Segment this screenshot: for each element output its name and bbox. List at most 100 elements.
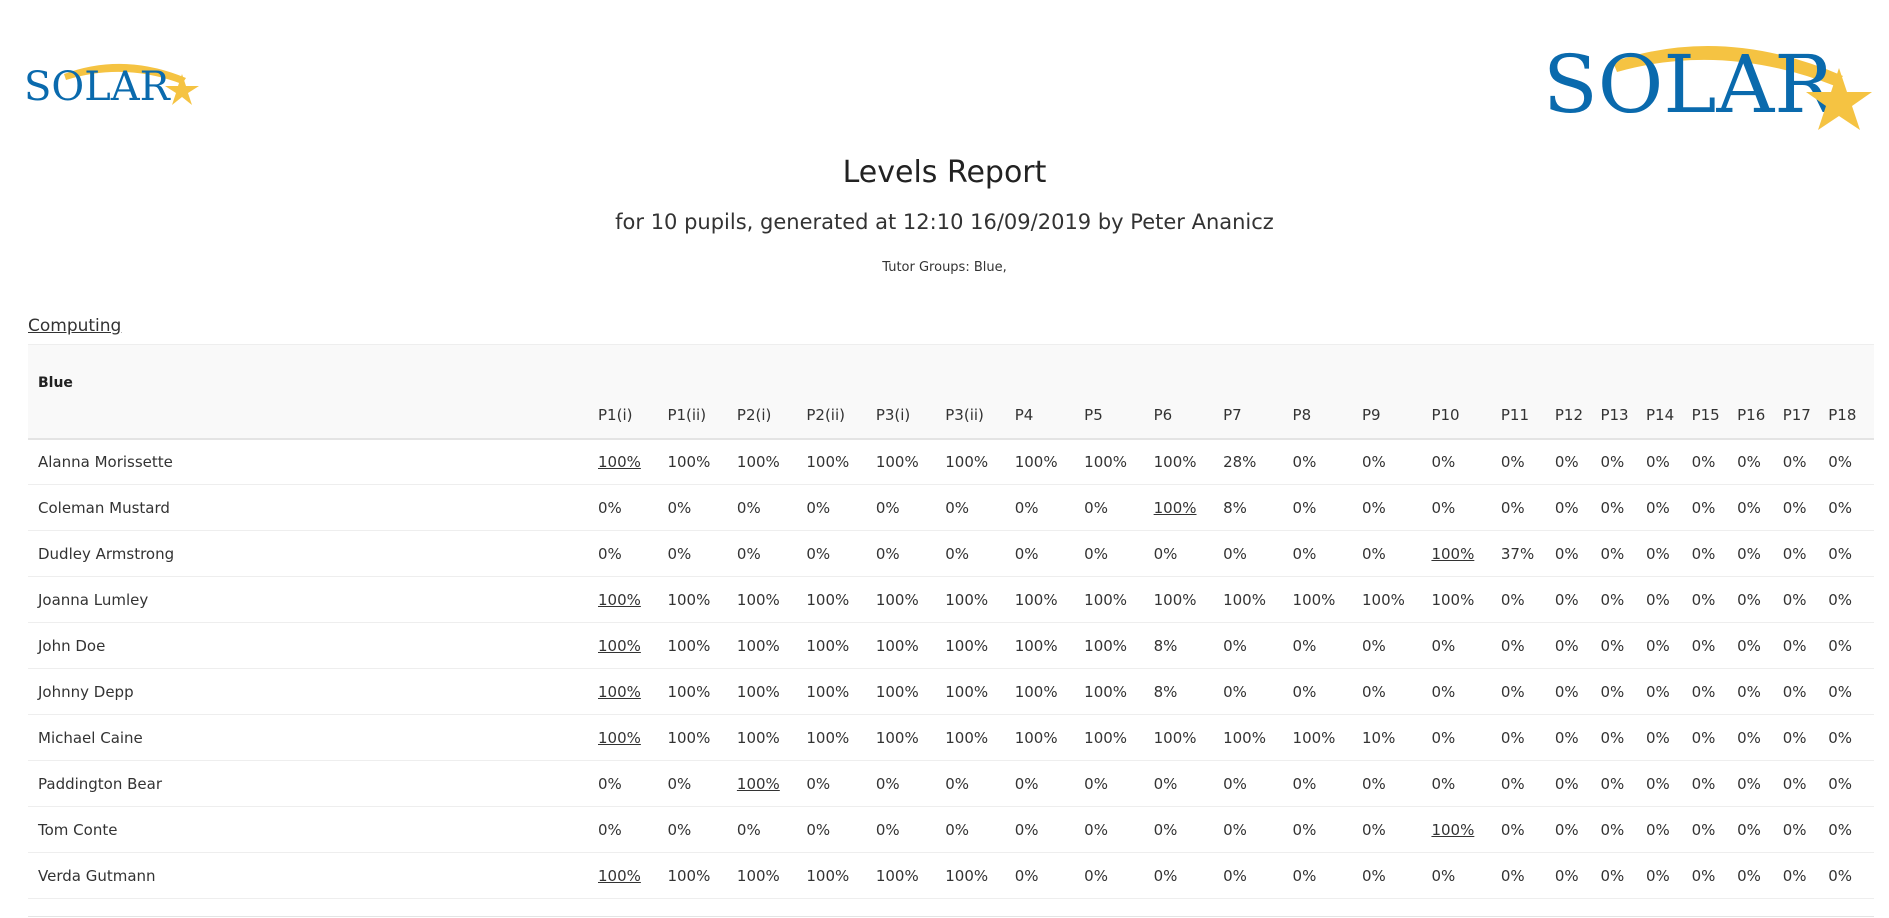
- level-value: 0%: [1782, 590, 1807, 609]
- level-cell: 0%: [1154, 531, 1223, 577]
- pupil-name: Paddington Bear: [38, 774, 163, 793]
- level-cell: 0%: [1431, 669, 1500, 715]
- table-row: Verda Gutmann 100% 100% 100% 100% 100% 100% 0% 0…: [28, 853, 1874, 899]
- level-value: 100%: [1084, 590, 1128, 609]
- level-value: 0%: [1361, 636, 1386, 655]
- level-cell: 100%: [667, 669, 736, 715]
- level-link[interactable]: 100%: [737, 775, 780, 793]
- level-cell: 0%: [1646, 623, 1692, 669]
- level-cell: 0%: [876, 485, 945, 531]
- level-value: 0%: [1737, 682, 1761, 701]
- level-cell: 100%: [945, 577, 1014, 623]
- level-cell: 0%: [945, 485, 1014, 531]
- level-value: 100%: [1223, 590, 1266, 609]
- level-cell: 0%: [1431, 715, 1500, 761]
- logo-text: SOLAR: [24, 64, 172, 110]
- table-row: Johnny Depp 100% 100% 100% 100% 100% 100% 100% 1…: [28, 669, 1874, 715]
- subject-link-computing[interactable]: Computing: [28, 316, 121, 336]
- level-value: 0%: [1691, 866, 1716, 885]
- level-value: 0%: [1431, 728, 1456, 747]
- level-value: 0%: [1646, 728, 1670, 747]
- level-cell: 0%: [1501, 761, 1555, 807]
- level-value: 0%: [1600, 452, 1625, 471]
- level-value: 100%: [1153, 590, 1197, 609]
- table-row: Michael Caine 100% 100% 100% 100% 100% 100% 100…: [28, 715, 1874, 761]
- level-value: 100%: [667, 682, 711, 701]
- level-link[interactable]: 100%: [1431, 821, 1474, 839]
- pupil-name: Johnny Depp: [38, 682, 134, 701]
- level-link[interactable]: 100%: [1431, 545, 1474, 563]
- level-link[interactable]: 100%: [598, 637, 641, 655]
- level-value: 0%: [1691, 682, 1716, 701]
- level-link[interactable]: 100%: [1154, 499, 1197, 517]
- level-cell: 0%: [1600, 761, 1646, 807]
- level-value: 100%: [736, 636, 780, 655]
- report-title: Levels Report: [842, 155, 1047, 190]
- pupil-name: John Doe: [38, 636, 106, 655]
- solar-logo-large: SOLAR: [1543, 38, 1872, 131]
- level-value: 8%: [1153, 682, 1178, 701]
- level-cell: 0%: [1828, 669, 1874, 715]
- level-link[interactable]: 100%: [598, 591, 641, 609]
- level-value: 0%: [1600, 682, 1625, 701]
- level-value: 0%: [1431, 866, 1456, 885]
- table-row: Joanna Lumley 100% 100% 100% 100% 100% 100% 100…: [28, 577, 1874, 623]
- level-cell: 0%: [1692, 531, 1738, 577]
- level-value: 0%: [1828, 774, 1853, 793]
- logo-text: SOLAR: [1543, 38, 1837, 131]
- level-value: 0%: [1691, 590, 1716, 609]
- level-value: 0%: [667, 820, 692, 839]
- level-value: 100%: [1014, 590, 1058, 609]
- report-subtitle: for 10 pupils, generated at 12:10 16/09/…: [615, 210, 1274, 234]
- level-value: 100%: [1431, 590, 1475, 609]
- level-cell: 0%: [806, 531, 875, 577]
- level-value: 0%: [1691, 728, 1716, 747]
- level-cell: 100%: [1223, 577, 1292, 623]
- level-link[interactable]: 100%: [598, 729, 641, 747]
- level-value: 0%: [1223, 866, 1247, 885]
- level-value: 100%: [1014, 682, 1058, 701]
- level-cell: 0%: [1223, 531, 1292, 577]
- level-cell: 0%: [1600, 715, 1646, 761]
- level-value: 100%: [875, 636, 919, 655]
- level-link[interactable]: 100%: [598, 867, 641, 885]
- level-value: 0%: [1782, 774, 1807, 793]
- level-cell: 100%: [737, 715, 806, 761]
- level-value: 0%: [1431, 636, 1456, 655]
- level-value: 0%: [667, 774, 692, 793]
- pupil-name: Coleman Mustard: [38, 498, 170, 517]
- level-cell: 100%: [876, 715, 945, 761]
- level-cell: 100%: [737, 853, 806, 899]
- level-value: 0%: [1153, 866, 1178, 885]
- level-cell: 0%: [1293, 669, 1362, 715]
- level-cell: 0%: [1828, 715, 1874, 761]
- level-value: 100%: [875, 682, 919, 701]
- group-label: Blue: [38, 375, 73, 391]
- level-value: 100%: [875, 590, 919, 609]
- level-link[interactable]: 100%: [598, 683, 641, 701]
- level-cell: 100%: [806, 715, 875, 761]
- level-cell: 0%: [1828, 623, 1874, 669]
- level-cell: 0%: [876, 807, 945, 853]
- level-value: 0%: [1500, 682, 1525, 701]
- level-cell: 0%: [876, 531, 945, 577]
- level-value: 0%: [1223, 544, 1247, 563]
- level-cell: 100%: [1084, 577, 1153, 623]
- level-cell: 100%: [1362, 577, 1431, 623]
- level-cell: 100%: [598, 439, 667, 485]
- level-cell: 0%: [1555, 761, 1601, 807]
- level-value: 0%: [667, 498, 692, 517]
- column-header: P6: [1153, 405, 1173, 424]
- level-value: 0%: [1691, 452, 1716, 471]
- level-value: 0%: [1691, 820, 1716, 839]
- level-value: 100%: [945, 682, 989, 701]
- level-value: 0%: [1646, 498, 1670, 517]
- level-cell: 0%: [1600, 531, 1646, 577]
- level-cell: 0%: [1084, 485, 1153, 531]
- level-cell: 0%: [1431, 439, 1500, 485]
- level-cell: 0%: [667, 485, 736, 531]
- level-cell: 0%: [1362, 807, 1431, 853]
- level-cell: 100%: [737, 577, 806, 623]
- level-cell: 0%: [806, 761, 875, 807]
- level-link[interactable]: 100%: [598, 453, 641, 471]
